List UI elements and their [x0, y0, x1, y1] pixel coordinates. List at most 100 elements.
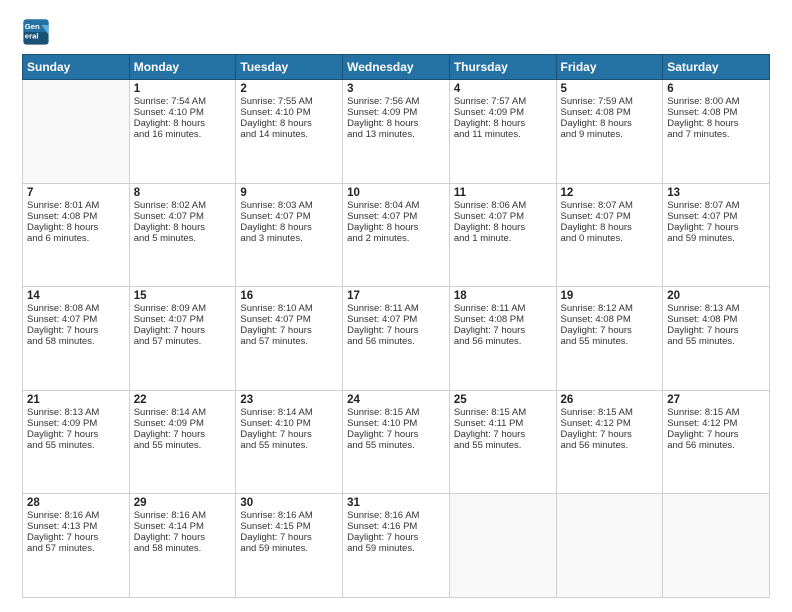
- day-info-line: Sunrise: 8:11 AM: [347, 303, 445, 314]
- day-info-line: Sunset: 4:08 PM: [454, 314, 552, 325]
- day-cell: [556, 494, 663, 598]
- day-cell: 20Sunrise: 8:13 AMSunset: 4:08 PMDayligh…: [663, 287, 770, 391]
- day-number: 31: [347, 497, 445, 509]
- day-number: 7: [27, 187, 125, 199]
- day-info-line: Daylight: 8 hours: [454, 118, 552, 129]
- day-info-line: Sunrise: 8:15 AM: [347, 407, 445, 418]
- day-info-line: Sunset: 4:07 PM: [240, 314, 338, 325]
- day-info-line: and 56 minutes.: [667, 440, 765, 451]
- day-info-line: Daylight: 7 hours: [667, 429, 765, 440]
- day-info-line: and 56 minutes.: [454, 336, 552, 347]
- day-info-line: and 57 minutes.: [240, 336, 338, 347]
- day-info-line: Sunrise: 8:10 AM: [240, 303, 338, 314]
- logo: Gen eral: [22, 18, 54, 46]
- day-number: 23: [240, 394, 338, 406]
- day-cell: 19Sunrise: 8:12 AMSunset: 4:08 PMDayligh…: [556, 287, 663, 391]
- day-info-line: and 59 minutes.: [347, 543, 445, 554]
- day-info-line: Sunset: 4:10 PM: [134, 107, 232, 118]
- day-info-line: Daylight: 7 hours: [347, 325, 445, 336]
- day-number: 26: [561, 394, 659, 406]
- day-info-line: Sunrise: 8:04 AM: [347, 200, 445, 211]
- day-info-line: Sunset: 4:10 PM: [240, 418, 338, 429]
- weekday-header-row: SundayMondayTuesdayWednesdayThursdayFrid…: [23, 55, 770, 80]
- weekday-header-thursday: Thursday: [449, 55, 556, 80]
- day-cell: 16Sunrise: 8:10 AMSunset: 4:07 PMDayligh…: [236, 287, 343, 391]
- day-number: 4: [454, 83, 552, 95]
- day-info-line: and 55 minutes.: [27, 440, 125, 451]
- day-info-line: Sunrise: 7:54 AM: [134, 96, 232, 107]
- day-cell: 12Sunrise: 8:07 AMSunset: 4:07 PMDayligh…: [556, 183, 663, 287]
- day-info-line: Sunset: 4:09 PM: [347, 107, 445, 118]
- week-row-1: 1Sunrise: 7:54 AMSunset: 4:10 PM Daylight…: [23, 80, 770, 184]
- day-info-line: and 59 minutes.: [667, 233, 765, 244]
- day-cell: 26Sunrise: 8:15 AMSunset: 4:12 PMDayligh…: [556, 390, 663, 494]
- day-info-line: Sunrise: 8:07 AM: [667, 200, 765, 211]
- day-info-line: and 56 minutes.: [347, 336, 445, 347]
- day-info-line: Sunrise: 8:14 AM: [240, 407, 338, 418]
- day-number: 3: [347, 83, 445, 95]
- day-cell: [449, 494, 556, 598]
- day-number: 17: [347, 290, 445, 302]
- day-info-line: Sunset: 4:16 PM: [347, 521, 445, 532]
- day-info-line: Sunrise: 8:13 AM: [27, 407, 125, 418]
- day-info-line: Daylight: 7 hours: [561, 325, 659, 336]
- day-info-line: and 55 minutes.: [347, 440, 445, 451]
- day-number: 20: [667, 290, 765, 302]
- day-info-line: Sunrise: 8:11 AM: [454, 303, 552, 314]
- day-info-line: Sunset: 4:12 PM: [561, 418, 659, 429]
- day-info-line: Sunset: 4:07 PM: [454, 211, 552, 222]
- day-info-line: Sunset: 4:09 PM: [454, 107, 552, 118]
- day-number: 14: [27, 290, 125, 302]
- day-info-line: and 58 minutes.: [27, 336, 125, 347]
- day-info-line: Daylight: 7 hours: [667, 325, 765, 336]
- day-info-line: Daylight: 8 hours: [561, 222, 659, 233]
- day-info-line: and 55 minutes.: [134, 440, 232, 451]
- day-info-line: Sunrise: 8:12 AM: [561, 303, 659, 314]
- day-cell: 30Sunrise: 8:16 AMSunset: 4:15 PMDayligh…: [236, 494, 343, 598]
- day-info-line: Sunrise: 8:08 AM: [27, 303, 125, 314]
- header: Gen eral: [22, 18, 770, 46]
- day-info-line: Daylight: 7 hours: [27, 429, 125, 440]
- day-cell: 15Sunrise: 8:09 AMSunset: 4:07 PMDayligh…: [129, 287, 236, 391]
- day-info-line: Sunrise: 8:16 AM: [240, 510, 338, 521]
- day-number: 1: [134, 83, 232, 95]
- day-info-line: Sunrise: 7:56 AM: [347, 96, 445, 107]
- day-number: 11: [454, 187, 552, 199]
- day-info-line: Sunrise: 8:16 AM: [134, 510, 232, 521]
- day-info-line: and 55 minutes.: [667, 336, 765, 347]
- day-cell: [663, 494, 770, 598]
- day-number: 25: [454, 394, 552, 406]
- day-cell: 7Sunrise: 8:01 AMSunset: 4:08 PMDaylight…: [23, 183, 130, 287]
- day-info-line: Sunset: 4:07 PM: [561, 211, 659, 222]
- day-cell: 23Sunrise: 8:14 AMSunset: 4:10 PMDayligh…: [236, 390, 343, 494]
- day-info-line: Daylight: 8 hours: [27, 222, 125, 233]
- day-info-line: Sunrise: 7:55 AM: [240, 96, 338, 107]
- day-info-line: Sunset: 4:09 PM: [134, 418, 232, 429]
- day-info-line: Sunrise: 8:01 AM: [27, 200, 125, 211]
- day-info-line: and 55 minutes.: [454, 440, 552, 451]
- day-info-line: Daylight: 7 hours: [134, 325, 232, 336]
- day-cell: 22Sunrise: 8:14 AMSunset: 4:09 PMDayligh…: [129, 390, 236, 494]
- day-cell: 25Sunrise: 8:15 AMSunset: 4:11 PMDayligh…: [449, 390, 556, 494]
- day-cell: 31Sunrise: 8:16 AMSunset: 4:16 PMDayligh…: [343, 494, 450, 598]
- day-info-line: Sunrise: 8:15 AM: [667, 407, 765, 418]
- day-number: 15: [134, 290, 232, 302]
- day-number: 27: [667, 394, 765, 406]
- day-info-line: Daylight: 7 hours: [134, 429, 232, 440]
- day-info-line: and 5 minutes.: [134, 233, 232, 244]
- day-number: 21: [27, 394, 125, 406]
- day-info-line: Daylight: 7 hours: [240, 325, 338, 336]
- day-number: 13: [667, 187, 765, 199]
- day-info-line: Sunset: 4:08 PM: [27, 211, 125, 222]
- day-info-line: and 6 minutes.: [27, 233, 125, 244]
- day-number: 18: [454, 290, 552, 302]
- day-info-line: Sunset: 4:10 PM: [347, 418, 445, 429]
- day-info-line: Daylight: 7 hours: [347, 532, 445, 543]
- day-info-line: and 7 minutes.: [667, 129, 765, 140]
- day-cell: 2Sunrise: 7:55 AMSunset: 4:10 PMDaylight…: [236, 80, 343, 184]
- day-number: 19: [561, 290, 659, 302]
- weekday-header-monday: Monday: [129, 55, 236, 80]
- day-info-line: and 55 minutes.: [561, 336, 659, 347]
- day-info-line: Sunrise: 8:02 AM: [134, 200, 232, 211]
- day-cell: 8Sunrise: 8:02 AMSunset: 4:07 PMDaylight…: [129, 183, 236, 287]
